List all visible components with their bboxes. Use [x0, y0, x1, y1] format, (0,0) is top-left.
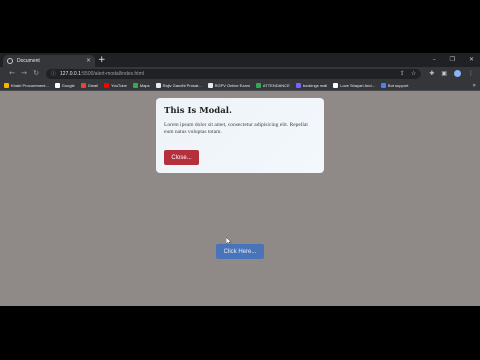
restore-button[interactable]: ❐ — [450, 55, 455, 65]
bookmark-label: Bot support — [387, 82, 409, 88]
bookmark-label: Love Shayari And... — [340, 82, 375, 88]
bookmark-item[interactable]: Khatri Procurement... — [4, 82, 49, 88]
bookmark-item[interactable]: bookings mail — [295, 82, 328, 88]
bookmark-label: bookings mail — [302, 82, 328, 88]
bookmark-label: Gmail — [87, 82, 99, 88]
bookmark-item[interactable]: Google — [54, 82, 75, 88]
tab-document[interactable]: Document × — [3, 55, 95, 67]
bookmark-label: ATTENDANCE — [262, 82, 290, 88]
browser-toolbar: ← → ↻ ⓘ 127.0.0.1 :5500/alert-modal/inde… — [0, 67, 480, 80]
page-viewport: This Is Modal. Lorem ipsum dolor sit ame… — [0, 91, 480, 306]
tab-title: Document — [17, 58, 40, 64]
bookmarks-overflow-button[interactable]: » — [472, 82, 476, 89]
bookmark-item[interactable]: Bot support — [380, 82, 409, 88]
bookmark-label: Khatri Procurement... — [11, 82, 49, 88]
bookmark-favicon-icon — [295, 82, 301, 88]
open-modal-button[interactable]: Click Here... — [216, 244, 264, 259]
tab-strip: Document × + – ❐ ✕ — [0, 53, 480, 67]
bookmark-favicon-icon — [54, 82, 60, 88]
bookmark-item[interactable]: YouTube — [104, 82, 127, 88]
bookmark-label: RGPV Online Exam — [214, 82, 250, 88]
bookmark-favicon-icon — [333, 82, 339, 88]
close-window-button[interactable]: ✕ — [469, 55, 474, 65]
reload-icon[interactable]: ↻ — [30, 70, 42, 77]
url-path: :5500/alert-modal/index.html — [80, 70, 144, 77]
address-bar[interactable]: ⓘ 127.0.0.1 :5500/alert-modal/index.html… — [46, 68, 422, 79]
bookmark-label: Rajiv Gandhi Prosat... — [162, 82, 202, 88]
bookmark-favicon-icon — [380, 82, 386, 88]
bookmark-favicon-icon — [4, 82, 9, 88]
modal-text: Lorem ipsum dolor sit amet, consectetur … — [164, 122, 308, 135]
bookmark-favicon-icon — [80, 82, 86, 88]
bookmark-favicon-icon — [155, 82, 161, 88]
minimize-button[interactable]: – — [433, 55, 436, 65]
bookmark-item[interactable]: Maps — [132, 82, 150, 88]
bookmark-item[interactable]: ATTENDANCE — [255, 82, 290, 88]
extension-puzzle-icon[interactable]: ✚ — [429, 70, 434, 77]
bookmark-favicon-icon — [132, 82, 138, 88]
forward-arrow-icon[interactable]: → — [18, 70, 30, 77]
bookmark-label: YouTube — [111, 82, 127, 88]
modal-dialog: This Is Modal. Lorem ipsum dolor sit ame… — [156, 98, 324, 173]
bookmark-favicon-icon — [207, 82, 213, 88]
star-icon[interactable]: ☆ — [411, 70, 416, 77]
window-controls: – ❐ ✕ — [433, 55, 474, 65]
share-icon[interactable]: ⇪ — [400, 70, 405, 77]
bookmark-item[interactable]: Rajiv Gandhi Prosat... — [155, 82, 202, 88]
bookmark-item[interactable]: Love Shayari And... — [333, 82, 375, 88]
bookmark-favicon-icon — [104, 82, 110, 88]
bookmarks-bar: Khatri Procurement... Google Gmail YouTube M… — [0, 80, 480, 91]
close-tab-icon[interactable]: × — [86, 58, 91, 64]
bookmark-label: Google — [61, 82, 75, 88]
bookmark-item[interactable]: RGPV Online Exam — [207, 82, 250, 88]
close-modal-button[interactable]: Close... — [164, 150, 199, 165]
bookmark-favicon-icon — [255, 82, 261, 88]
url-host: 127.0.0.1 — [60, 70, 81, 77]
profile-avatar[interactable] — [454, 70, 461, 77]
bookmark-item[interactable]: Gmail — [80, 82, 99, 88]
menu-dots-icon[interactable]: ⋮ — [468, 70, 474, 77]
back-arrow-icon[interactable]: ← — [6, 70, 18, 77]
modal-title: This Is Modal. — [164, 106, 232, 116]
info-icon[interactable]: ⓘ — [51, 70, 56, 77]
bookmark-label: Maps — [139, 82, 150, 88]
browser-window: Document × + – ❐ ✕ ← → ↻ ⓘ 127.0.0.1 :55… — [0, 53, 480, 306]
globe-icon — [7, 58, 13, 64]
new-tab-button[interactable]: + — [98, 55, 106, 65]
side-panel-icon[interactable]: ▣ — [441, 70, 447, 77]
mouse-cursor-icon — [226, 237, 232, 246]
